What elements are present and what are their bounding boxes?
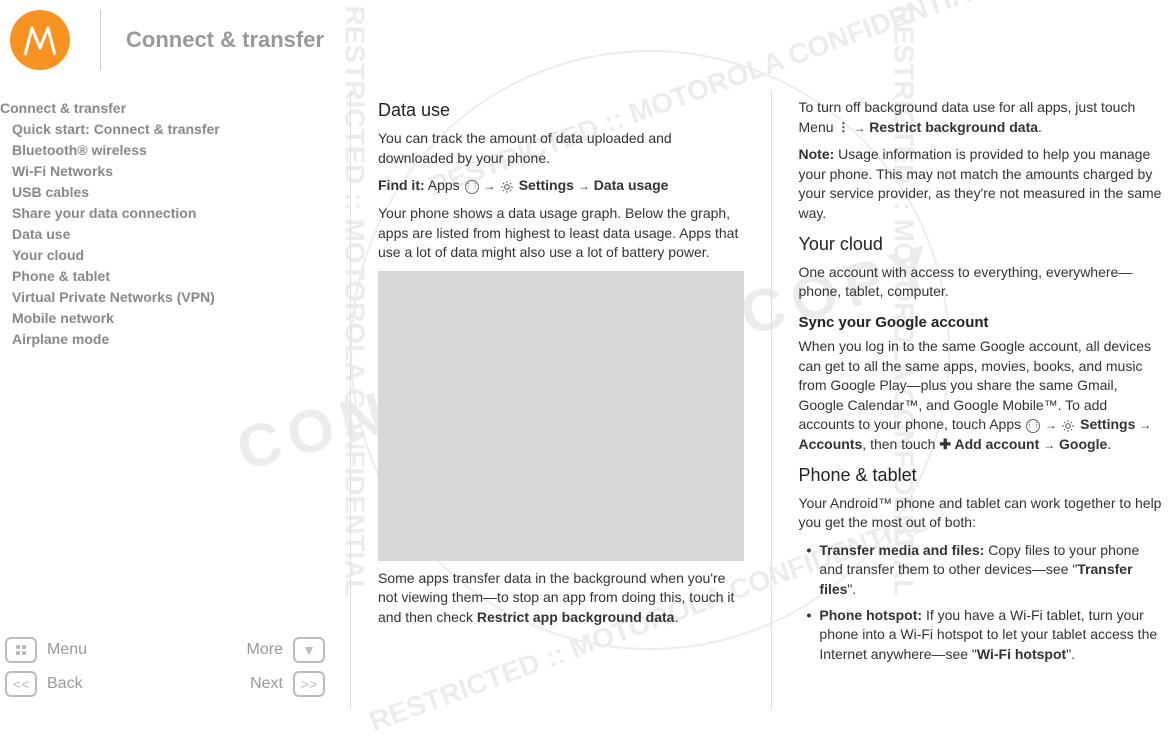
sidebar-item[interactable]: USB cables [0, 182, 335, 203]
list-item: • Transfer media and files: Copy files t… [799, 541, 1165, 600]
paragraph: Your Android™ phone and tablet can work … [799, 494, 1165, 533]
column-divider [350, 90, 351, 710]
grid-icon [5, 637, 37, 663]
next-button[interactable]: Next >> [250, 671, 325, 697]
menu-label: Menu [47, 641, 87, 659]
sidebar-item[interactable]: Virtual Private Networks (VPN) [0, 287, 335, 308]
menu-button[interactable]: Menu [5, 637, 87, 663]
motorola-logo [10, 10, 70, 70]
heading-phone-tablet: Phone & tablet [799, 463, 1165, 488]
paragraph: Your phone shows a data usage graph. Bel… [378, 204, 744, 263]
back-label: Back [47, 675, 83, 693]
heading-data-use: Data use [378, 98, 744, 123]
header-divider [100, 10, 101, 70]
apps-icon: ⋮⋮ [1025, 418, 1041, 434]
sidebar-item[interactable]: Share your data connection [0, 203, 335, 224]
page-content: Connect & transferQuick start: Connect &… [0, 90, 1176, 710]
chevron-left-icon: << [5, 671, 37, 697]
apps-icon: ⋮⋮ [464, 179, 480, 195]
sidebar-item[interactable]: Data use [0, 224, 335, 245]
sidebar-item[interactable]: Quick start: Connect & transfer [0, 119, 335, 140]
link-wifi-hotspot[interactable]: Wi-Fi hotspot [977, 646, 1066, 662]
sidebar-item[interactable]: Connect & transfer [0, 98, 335, 119]
menu-dots-icon: ⋮ [837, 125, 849, 130]
list-item: • Phone hotspot: If you have a Wi-Fi tab… [799, 606, 1165, 665]
paragraph: When you log in to the same Google accou… [799, 337, 1165, 455]
next-label: Next [250, 675, 283, 693]
sidebar-item[interactable]: Bluetooth® wireless [0, 140, 335, 161]
note-paragraph: Note: Usage information is provided to h… [799, 145, 1165, 223]
paragraph: To turn off background data use for all … [799, 98, 1165, 137]
data-usage-screenshot-placeholder [378, 271, 744, 561]
find-it-line: Find it: Apps ⋮⋮ → Settings → Data usage [378, 176, 744, 196]
back-button[interactable]: << Back [5, 671, 83, 697]
nav-controls: Menu More ▼ << Back Next >> [5, 637, 325, 705]
page-header: Connect & transfer [0, 0, 1176, 90]
sidebar-nav: Connect & transferQuick start: Connect &… [0, 98, 335, 350]
chevron-down-icon: ▼ [293, 637, 325, 663]
sidebar: Connect & transferQuick start: Connect &… [0, 90, 335, 710]
page-title: Connect & transfer [126, 27, 324, 53]
paragraph: You can track the amount of data uploade… [378, 129, 744, 168]
gear-icon [1060, 418, 1076, 434]
chevron-right-icon: >> [293, 671, 325, 697]
paragraph: Some apps transfer data in the backgroun… [378, 569, 744, 628]
column-divider [771, 90, 772, 710]
sidebar-item[interactable]: Your cloud [0, 245, 335, 266]
heading-sync: Sync your Google account [799, 312, 1165, 333]
plus-icon: ✚ [939, 436, 951, 452]
column-1: Data use You can track the amount of dat… [366, 90, 756, 710]
sidebar-item[interactable]: Phone & tablet [0, 266, 335, 287]
paragraph: One account with access to everything, e… [799, 263, 1165, 302]
sidebar-item[interactable]: Mobile network [0, 308, 335, 329]
sidebar-item[interactable]: Wi-Fi Networks [0, 161, 335, 182]
column-2: To turn off background data use for all … [787, 90, 1176, 710]
sidebar-item[interactable]: Airplane mode [0, 329, 335, 350]
heading-your-cloud: Your cloud [799, 232, 1165, 257]
gear-icon [499, 179, 515, 195]
more-button[interactable]: More ▼ [247, 637, 325, 663]
more-label: More [247, 641, 283, 659]
